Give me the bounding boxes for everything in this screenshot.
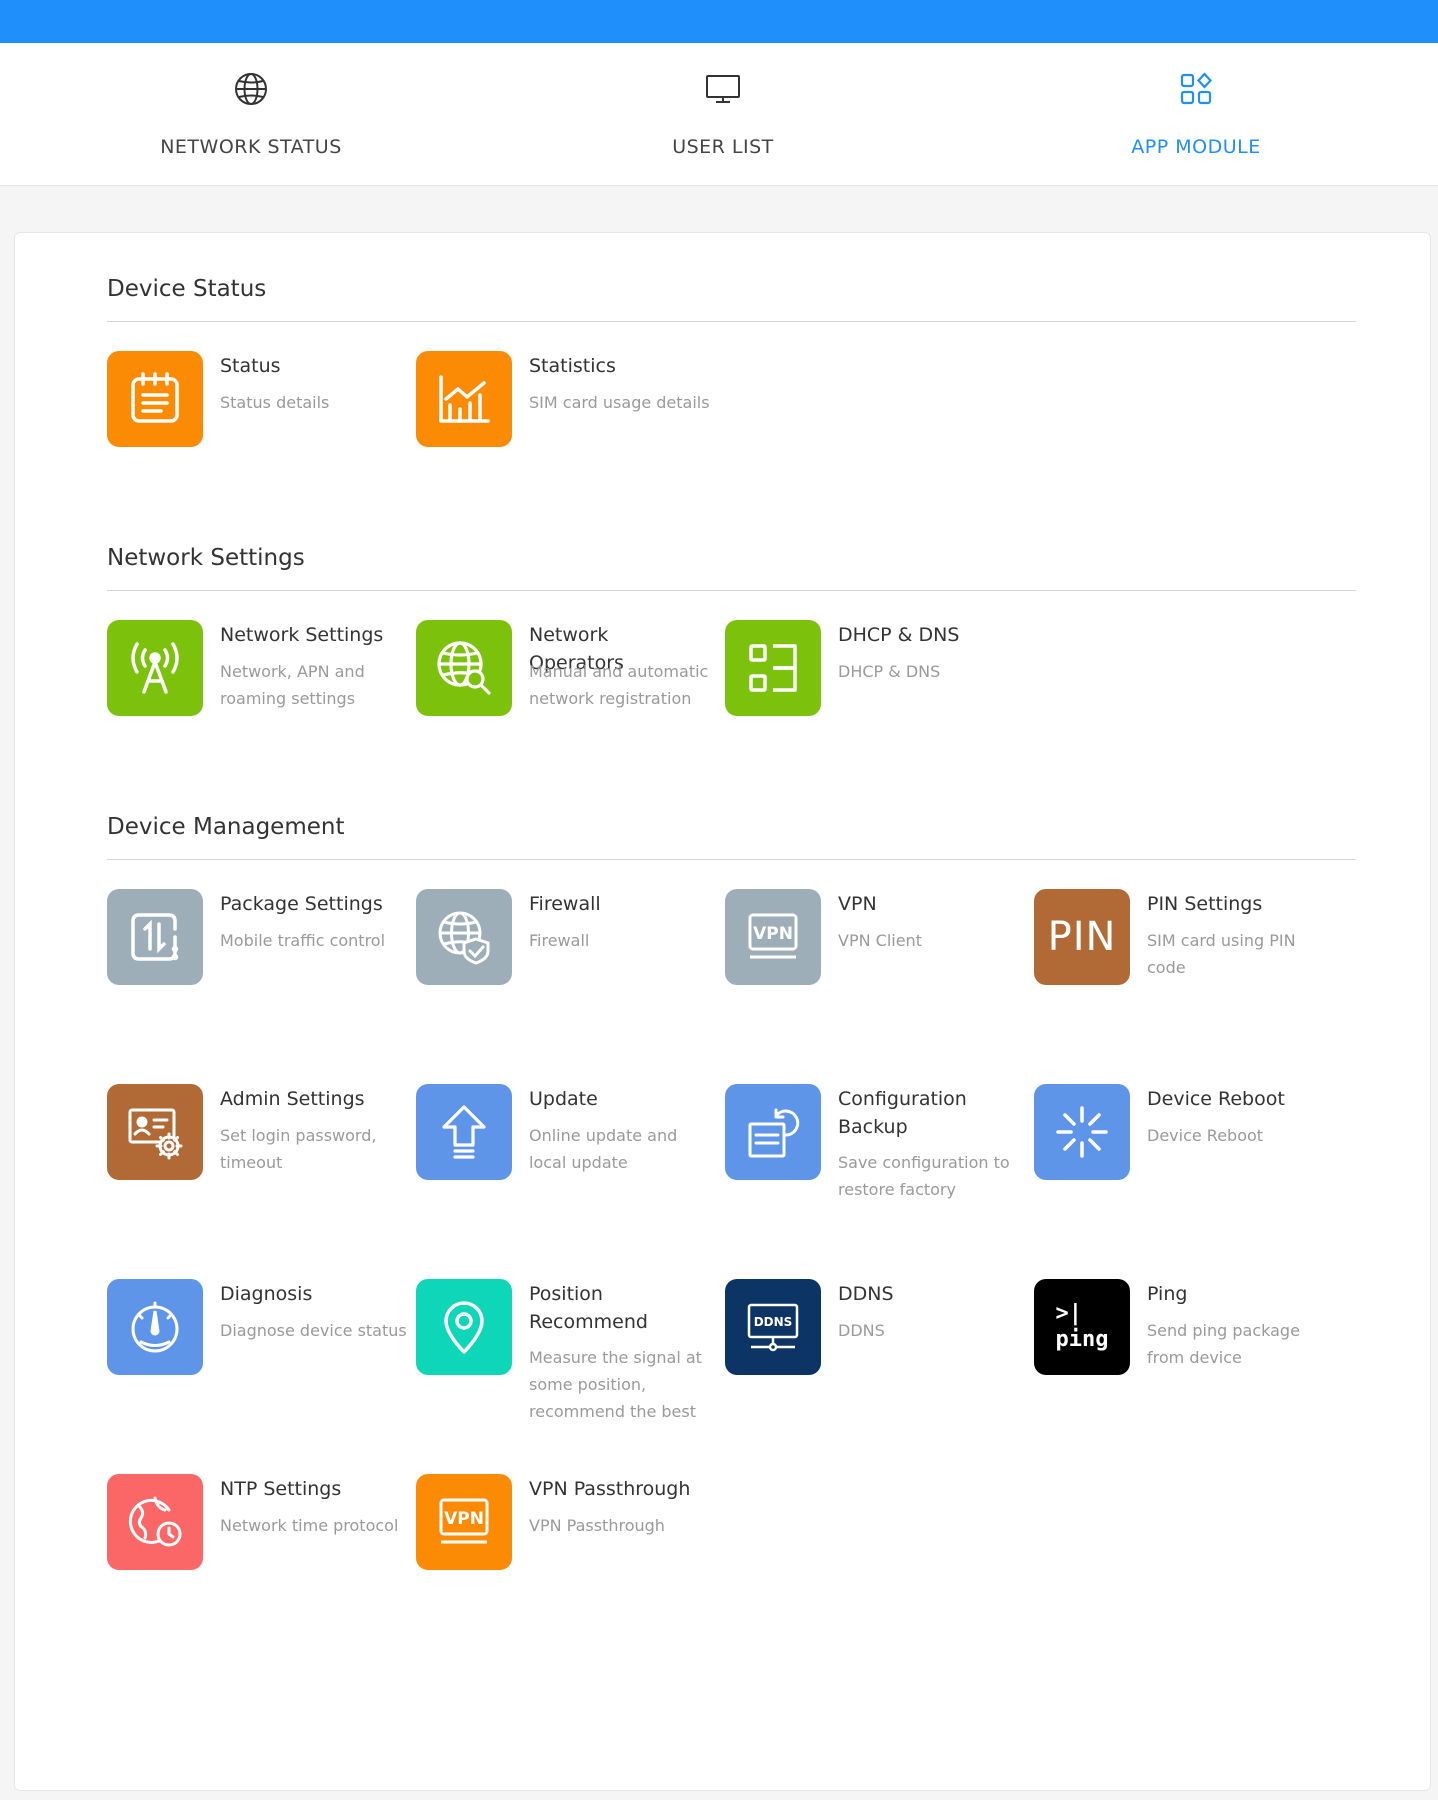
tab-network-status[interactable]: NETWORK STATUS (101, 43, 401, 186)
app-title: Update (529, 1088, 598, 1110)
section-title: Network Settings (107, 545, 305, 571)
app-description: Set login password, timeout (220, 1126, 377, 1172)
app-position-recommend[interactable]: Position Recommend Measure the signal at… (416, 1279, 716, 1449)
ping-icon: >| ping (1034, 1279, 1130, 1375)
app-description: Status details (220, 393, 330, 412)
app-title: VPN Passthrough (529, 1478, 691, 1500)
tab-bar: NETWORK STATUS USER LIST APP MODULE (0, 43, 1438, 186)
app-description: Manual and automatic network registratio… (529, 662, 709, 708)
app-title: Firewall (529, 893, 601, 915)
ddns-icon-text: DDNS (754, 1315, 793, 1329)
app-ntp-settings[interactable]: NTP Settings Network time protocol (107, 1474, 407, 1644)
section-divider (107, 859, 1356, 860)
reboot-icon (1034, 1084, 1130, 1180)
pin-icon-text: PIN (1047, 914, 1117, 960)
app-description: Device Reboot (1147, 1126, 1264, 1145)
app-title: VPN (838, 893, 877, 915)
ddns-icon: DDNS (725, 1279, 821, 1375)
app-package-settings[interactable]: Package Settings Mobile traffic control (107, 889, 407, 1059)
app-description: Diagnose device status (220, 1321, 407, 1340)
app-title: Device Reboot (1147, 1088, 1285, 1110)
apps-grid-icon (1179, 72, 1213, 106)
app-description: Online update and local update (529, 1126, 678, 1172)
globe-search-icon (416, 620, 512, 716)
app-description: DDNS (838, 1321, 885, 1340)
app-description: SIM card using PIN code (1147, 931, 1296, 977)
app-statistics[interactable]: Statistics SIM card usage details (416, 351, 716, 521)
app-configuration-backup[interactable]: Configuration Backup Save configuration … (725, 1084, 1025, 1254)
app-title: Configuration Backup (838, 1088, 967, 1138)
app-description: DHCP & DNS (838, 662, 941, 681)
tab-label: NETWORK STATUS (160, 136, 342, 158)
app-title: Position Recommend (529, 1283, 648, 1333)
gauge-icon (107, 1279, 203, 1375)
vpn-icon: VPN (725, 889, 821, 985)
upload-icon (416, 1084, 512, 1180)
admin-icon (107, 1084, 203, 1180)
antenna-icon (107, 620, 203, 716)
monitor-icon (706, 72, 740, 106)
vpn-icon-text: VPN (753, 924, 793, 944)
app-firewall[interactable]: Firewall Firewall (416, 889, 716, 1059)
app-description: Network time protocol (220, 1516, 399, 1535)
app-status[interactable]: Status Status details (107, 351, 407, 521)
ping-icon-text: >| ping (1055, 1301, 1109, 1352)
section-title: Device Management (107, 814, 345, 840)
app-title: Network Settings (220, 624, 384, 646)
app-vpn[interactable]: VPN VPN VPN Client (725, 889, 1025, 1059)
app-description: VPN Client (838, 931, 922, 950)
section-divider (107, 590, 1356, 591)
ntp-icon (107, 1474, 203, 1570)
vpn-passthrough-icon-text: VPN (444, 1509, 484, 1529)
globe-icon (234, 72, 268, 106)
app-dhcp-dns[interactable]: DHCP & DNS DHCP & DNS (725, 620, 1025, 790)
app-description: VPN Passthrough (529, 1516, 665, 1535)
app-network-settings[interactable]: Network Settings Network, APN and roamin… (107, 620, 407, 790)
app-title: Admin Settings (220, 1088, 365, 1110)
app-description: Send ping package from device (1147, 1321, 1300, 1367)
vpn-passthrough-icon: VPN (416, 1474, 512, 1570)
app-title: DHCP & DNS (838, 624, 960, 646)
app-admin-settings[interactable]: Admin Settings Set login password, timeo… (107, 1084, 407, 1254)
app-description: Save configuration to restore factory (838, 1153, 1010, 1199)
app-title: Diagnosis (220, 1283, 313, 1305)
app-ddns[interactable]: DDNS DDNS DDNS (725, 1279, 1025, 1449)
backup-icon (725, 1084, 821, 1180)
clipboard-icon (107, 351, 203, 447)
app-description: Network, APN and roaming settings (220, 662, 365, 708)
tab-user-list[interactable]: USER LIST (573, 43, 873, 186)
top-bar (0, 0, 1438, 43)
app-title: NTP Settings (220, 1478, 342, 1500)
location-icon (416, 1279, 512, 1375)
app-update[interactable]: Update Online update and local update (416, 1084, 716, 1254)
firewall-icon (416, 889, 512, 985)
app-title: Statistics (529, 355, 616, 377)
pin-icon: PIN (1034, 889, 1130, 985)
app-description: Mobile traffic control (220, 931, 386, 950)
dhcp-icon (725, 620, 821, 716)
app-device-reboot[interactable]: Device Reboot Device Reboot (1034, 1084, 1334, 1254)
app-title: Package Settings (220, 893, 383, 915)
app-pin-settings[interactable]: PIN PIN Settings SIM card using PIN code (1034, 889, 1334, 1059)
traffic-icon (107, 889, 203, 985)
app-description: Measure the signal at some position, rec… (529, 1348, 702, 1421)
section-title: Device Status (107, 276, 267, 302)
app-title: PIN Settings (1147, 893, 1263, 915)
section-divider (107, 321, 1356, 322)
app-module-panel: Device Status Status Status details Stat… (14, 232, 1431, 1791)
tab-label: USER LIST (672, 136, 774, 158)
app-title: DDNS (838, 1283, 894, 1305)
tab-label: APP MODULE (1131, 136, 1261, 158)
app-description: Firewall (529, 931, 590, 950)
app-title: Ping (1147, 1283, 1188, 1305)
app-vpn-passthrough[interactable]: VPN VPN Passthrough VPN Passthrough (416, 1474, 716, 1644)
app-network-operators[interactable]: Network Operators Manual and automatic n… (416, 620, 716, 790)
chart-icon (416, 351, 512, 447)
app-description: SIM card usage details (529, 393, 710, 412)
tab-app-module[interactable]: APP MODULE (1046, 43, 1346, 186)
app-diagnosis[interactable]: Diagnosis Diagnose device status (107, 1279, 407, 1449)
app-ping[interactable]: >| ping Ping Send ping package from devi… (1034, 1279, 1334, 1449)
app-title: Status (220, 355, 281, 377)
